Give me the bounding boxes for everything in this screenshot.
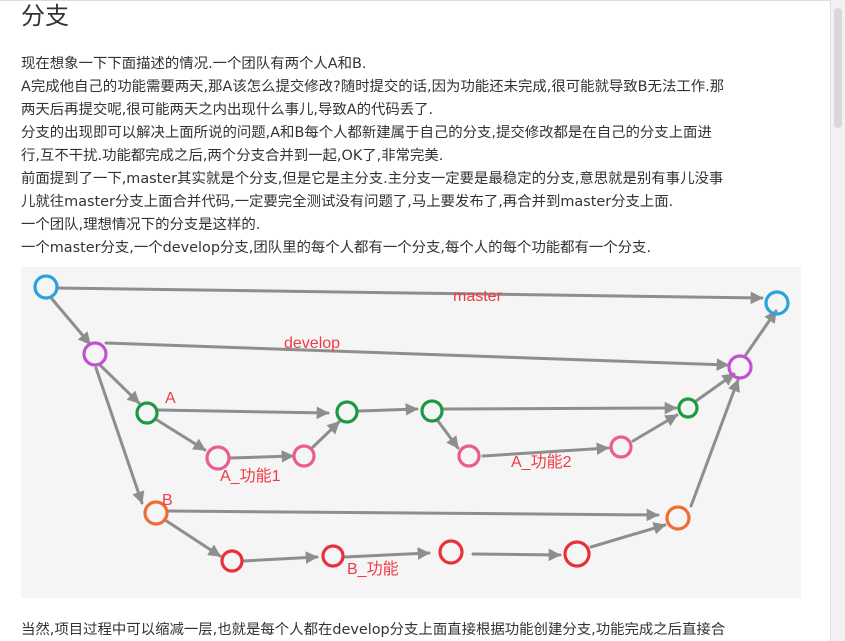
edge-a4-to-develop bbox=[694, 372, 736, 403]
label-b-feature: B_功能 bbox=[347, 560, 399, 578]
edge-a-feature1 bbox=[228, 450, 295, 463]
a-feature1-commit-1 bbox=[205, 445, 231, 471]
label-develop: develop bbox=[284, 335, 340, 352]
label-a-feature2: A_功能2 bbox=[511, 453, 572, 471]
scrollbar-thumb[interactable] bbox=[834, 8, 842, 128]
paragraph-line: 一个master分支,一个develop分支,团队里的每个人都有一个分支,每个人… bbox=[21, 240, 652, 256]
a-feature1-commit-2 bbox=[292, 444, 316, 468]
paragraph-line: 儿就往master分支上面合并代码,一定要完全测试没有问题了,马上要发布了,再合… bbox=[21, 194, 674, 210]
edge-develop-to-master bbox=[743, 309, 778, 358]
page-title: 分支 bbox=[21, 2, 69, 30]
edge-master-to-master bbox=[55, 286, 764, 305]
edge-a-feature2-to-a4 bbox=[631, 413, 679, 443]
edge-develop-to-develop bbox=[104, 341, 730, 371]
edge-a1-to-a2 bbox=[156, 406, 330, 420]
b-feature-commit-1 bbox=[220, 549, 244, 573]
edge-a2-to-a3 bbox=[357, 403, 419, 416]
edge-b-to-b bbox=[166, 508, 660, 522]
edge-develop-to-b bbox=[94, 366, 145, 505]
label-master: master bbox=[453, 288, 503, 305]
branch-diagram: master develop A A_功能1 A_功能2 B B_功能 bbox=[21, 267, 801, 598]
paragraph-line: A完成他自己的功能需要两天,那A该怎么提交修改?随时提交的话,因为功能还未完成,… bbox=[21, 79, 725, 95]
scrollbar[interactable] bbox=[830, 0, 845, 641]
label-a: A bbox=[165, 390, 176, 407]
edge-a1-to-a-feature1 bbox=[155, 418, 207, 452]
master-commit-start bbox=[33, 274, 59, 300]
paragraph-line: 前面提到了一下,master其实就是个分支,但是它是主分支.主分支一定要是最稳定… bbox=[21, 171, 724, 187]
paragraph-line: 当然,项目过程中可以缩减一层,也就是每个人都在develop分支上面直接根据功能… bbox=[21, 622, 726, 638]
branch-diagram-svg: master develop A A_功能1 A_功能2 B B_功能 bbox=[33, 274, 790, 578]
edge-b-to-b-feature bbox=[163, 518, 222, 558]
edge-b-feature-1 bbox=[241, 551, 319, 564]
edge-master-to-develop bbox=[50, 297, 92, 346]
paragraph-line: 行,互不干扰.功能都完成之后,两个分支合并到一起,OK了,非常完美. bbox=[21, 148, 444, 164]
edge-a3-to-a4 bbox=[441, 401, 678, 415]
a-commit-4 bbox=[677, 397, 699, 419]
edge-a3-to-a-feature2 bbox=[436, 419, 460, 450]
edge-b-feature-to-b bbox=[589, 522, 667, 549]
paragraph-line: 现在想象一下下面描述的情况.一个团队有两个人A和B. bbox=[21, 56, 367, 72]
develop-commit-start bbox=[82, 341, 108, 367]
edge-b-feature-2 bbox=[343, 547, 431, 560]
a-commit-2 bbox=[335, 400, 359, 424]
paragraph-line: 一个团队,理想情况下的分支是这样的. bbox=[21, 217, 261, 233]
b-feature-commit-4 bbox=[563, 540, 591, 568]
a-feature2-commit-1 bbox=[457, 444, 481, 468]
edge-b-feature-3 bbox=[471, 548, 562, 562]
a-commit-1 bbox=[135, 401, 159, 425]
b-feature-commit-2 bbox=[321, 544, 345, 568]
develop-commit-end bbox=[727, 354, 753, 380]
label-b: B bbox=[162, 492, 173, 509]
label-a-feature1: A_功能1 bbox=[220, 467, 281, 485]
a-feature2-commit-2 bbox=[609, 435, 633, 459]
b-feature-commit-3 bbox=[438, 539, 464, 565]
edge-a-feature1-to-a2 bbox=[311, 420, 341, 449]
paragraph-line: 分支的出现即可以解决上面所说的问题,A和B每个人都新建属于自己的分支,提交修改都… bbox=[21, 125, 712, 141]
a-commit-3 bbox=[420, 399, 444, 423]
top-divider bbox=[0, 0, 845, 1]
paragraph-line: 两天后再提交呢,很可能两天之内出现什么事儿,导致A的代码丢了. bbox=[21, 102, 434, 118]
b-commit-2 bbox=[665, 505, 691, 531]
